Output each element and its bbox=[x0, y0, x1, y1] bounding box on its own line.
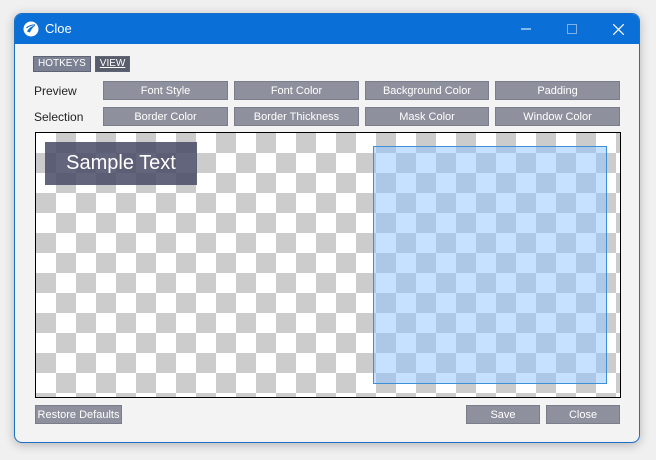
border-color-button[interactable]: Border Color bbox=[103, 107, 228, 126]
padding-button[interactable]: Padding bbox=[495, 81, 620, 100]
close-window-button[interactable] bbox=[595, 14, 639, 44]
tab-hotkeys[interactable]: HOTKEYS bbox=[33, 56, 91, 72]
window-title: Cloe bbox=[45, 21, 72, 36]
window-color-button[interactable]: Window Color bbox=[495, 107, 620, 126]
title-bar[interactable]: Cloe bbox=[15, 14, 639, 44]
maximize-button[interactable] bbox=[549, 14, 595, 44]
font-color-button[interactable]: Font Color bbox=[234, 81, 359, 100]
tab-bar: HOTKEYS VIEW bbox=[33, 56, 131, 72]
preview-canvas: Sample Text bbox=[35, 132, 621, 398]
minimize-button[interactable] bbox=[503, 14, 549, 44]
preview-row-label: Preview bbox=[34, 84, 77, 98]
border-thickness-button[interactable]: Border Thickness bbox=[234, 107, 359, 126]
app-logo-icon bbox=[23, 21, 39, 37]
maximize-icon bbox=[567, 24, 577, 34]
tab-view[interactable]: VIEW bbox=[94, 56, 131, 72]
close-button[interactable]: Close bbox=[546, 405, 620, 424]
app-window: Cloe HOTKEYS VIEW Preview Font Style Fon… bbox=[14, 13, 640, 443]
selection-region bbox=[373, 146, 607, 384]
restore-defaults-button[interactable]: Restore Defaults bbox=[35, 405, 122, 424]
mask-color-button[interactable]: Mask Color bbox=[365, 107, 489, 126]
selection-row-label: Selection bbox=[34, 110, 84, 124]
minimize-icon bbox=[521, 28, 531, 30]
sample-text-box: Sample Text bbox=[45, 142, 197, 185]
background-color-button[interactable]: Background Color bbox=[365, 81, 489, 100]
close-icon bbox=[612, 23, 624, 35]
save-button[interactable]: Save bbox=[466, 405, 540, 424]
font-style-button[interactable]: Font Style bbox=[103, 81, 228, 100]
